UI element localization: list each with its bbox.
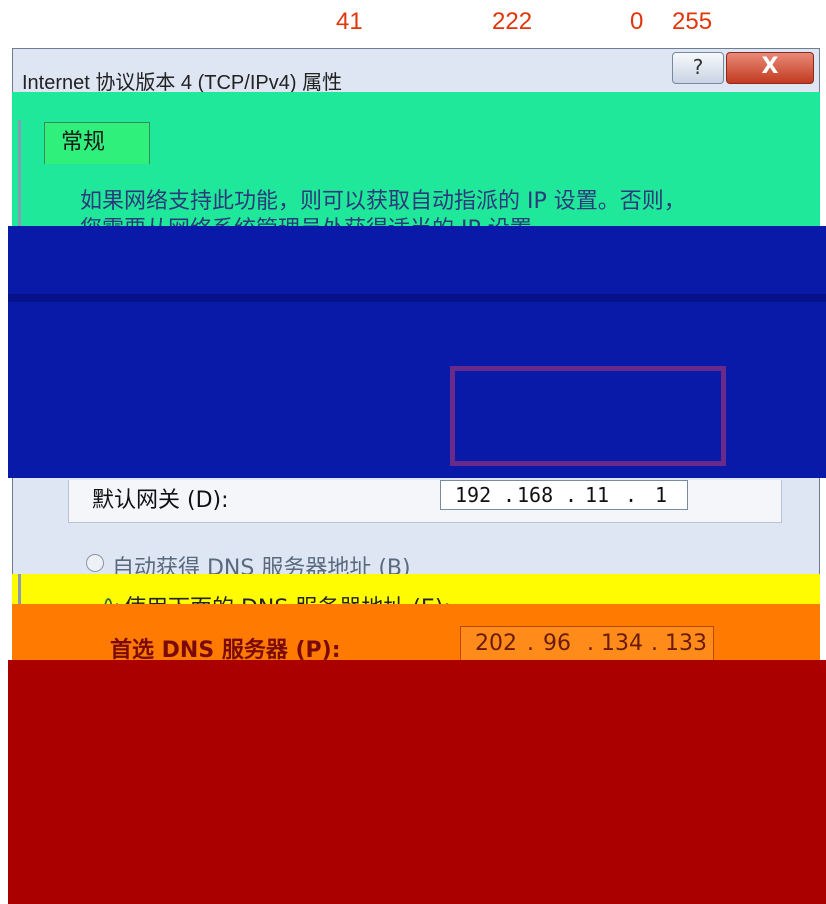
blue-stripe: [8, 294, 826, 302]
top-number-3: 0: [630, 8, 644, 35]
top-number-4: 255: [672, 8, 713, 35]
dns-octet-1: 202: [475, 631, 517, 656]
highlight-box: [450, 366, 726, 466]
tab-general[interactable]: 常规: [44, 122, 150, 164]
description-line-1: 如果网络支持此功能，则可以获取自动指派的 IP 设置。否则，: [80, 189, 686, 214]
preferred-dns-field[interactable]: 202 . 96 . 134 . 133: [460, 626, 714, 662]
dns-octet-2: 96: [543, 631, 571, 656]
red-overlay: [8, 660, 826, 904]
gateway-octet-4: 1: [655, 483, 668, 507]
close-button[interactable]: X: [726, 52, 814, 84]
top-number-1: 41: [336, 8, 363, 35]
gateway-octet-3: 11: [585, 483, 610, 507]
gateway-octet-2: 168: [517, 483, 554, 507]
dns-octet-4: 133: [665, 631, 707, 656]
gateway-octet-1: 192: [455, 483, 492, 507]
left-border: [18, 120, 21, 230]
window-title: Internet 协议版本 4 (TCP/IPv4) 属性: [22, 72, 343, 94]
gateway-label: 默认网关 (D):: [92, 488, 229, 513]
dns-octet-3: 134: [601, 631, 643, 656]
top-number-2: 222: [492, 8, 533, 35]
help-button[interactable]: ?: [672, 52, 724, 84]
gateway-ip-field[interactable]: 192 . 168 . 11 . 1: [440, 480, 688, 510]
dns-auto-radio[interactable]: [86, 554, 104, 572]
